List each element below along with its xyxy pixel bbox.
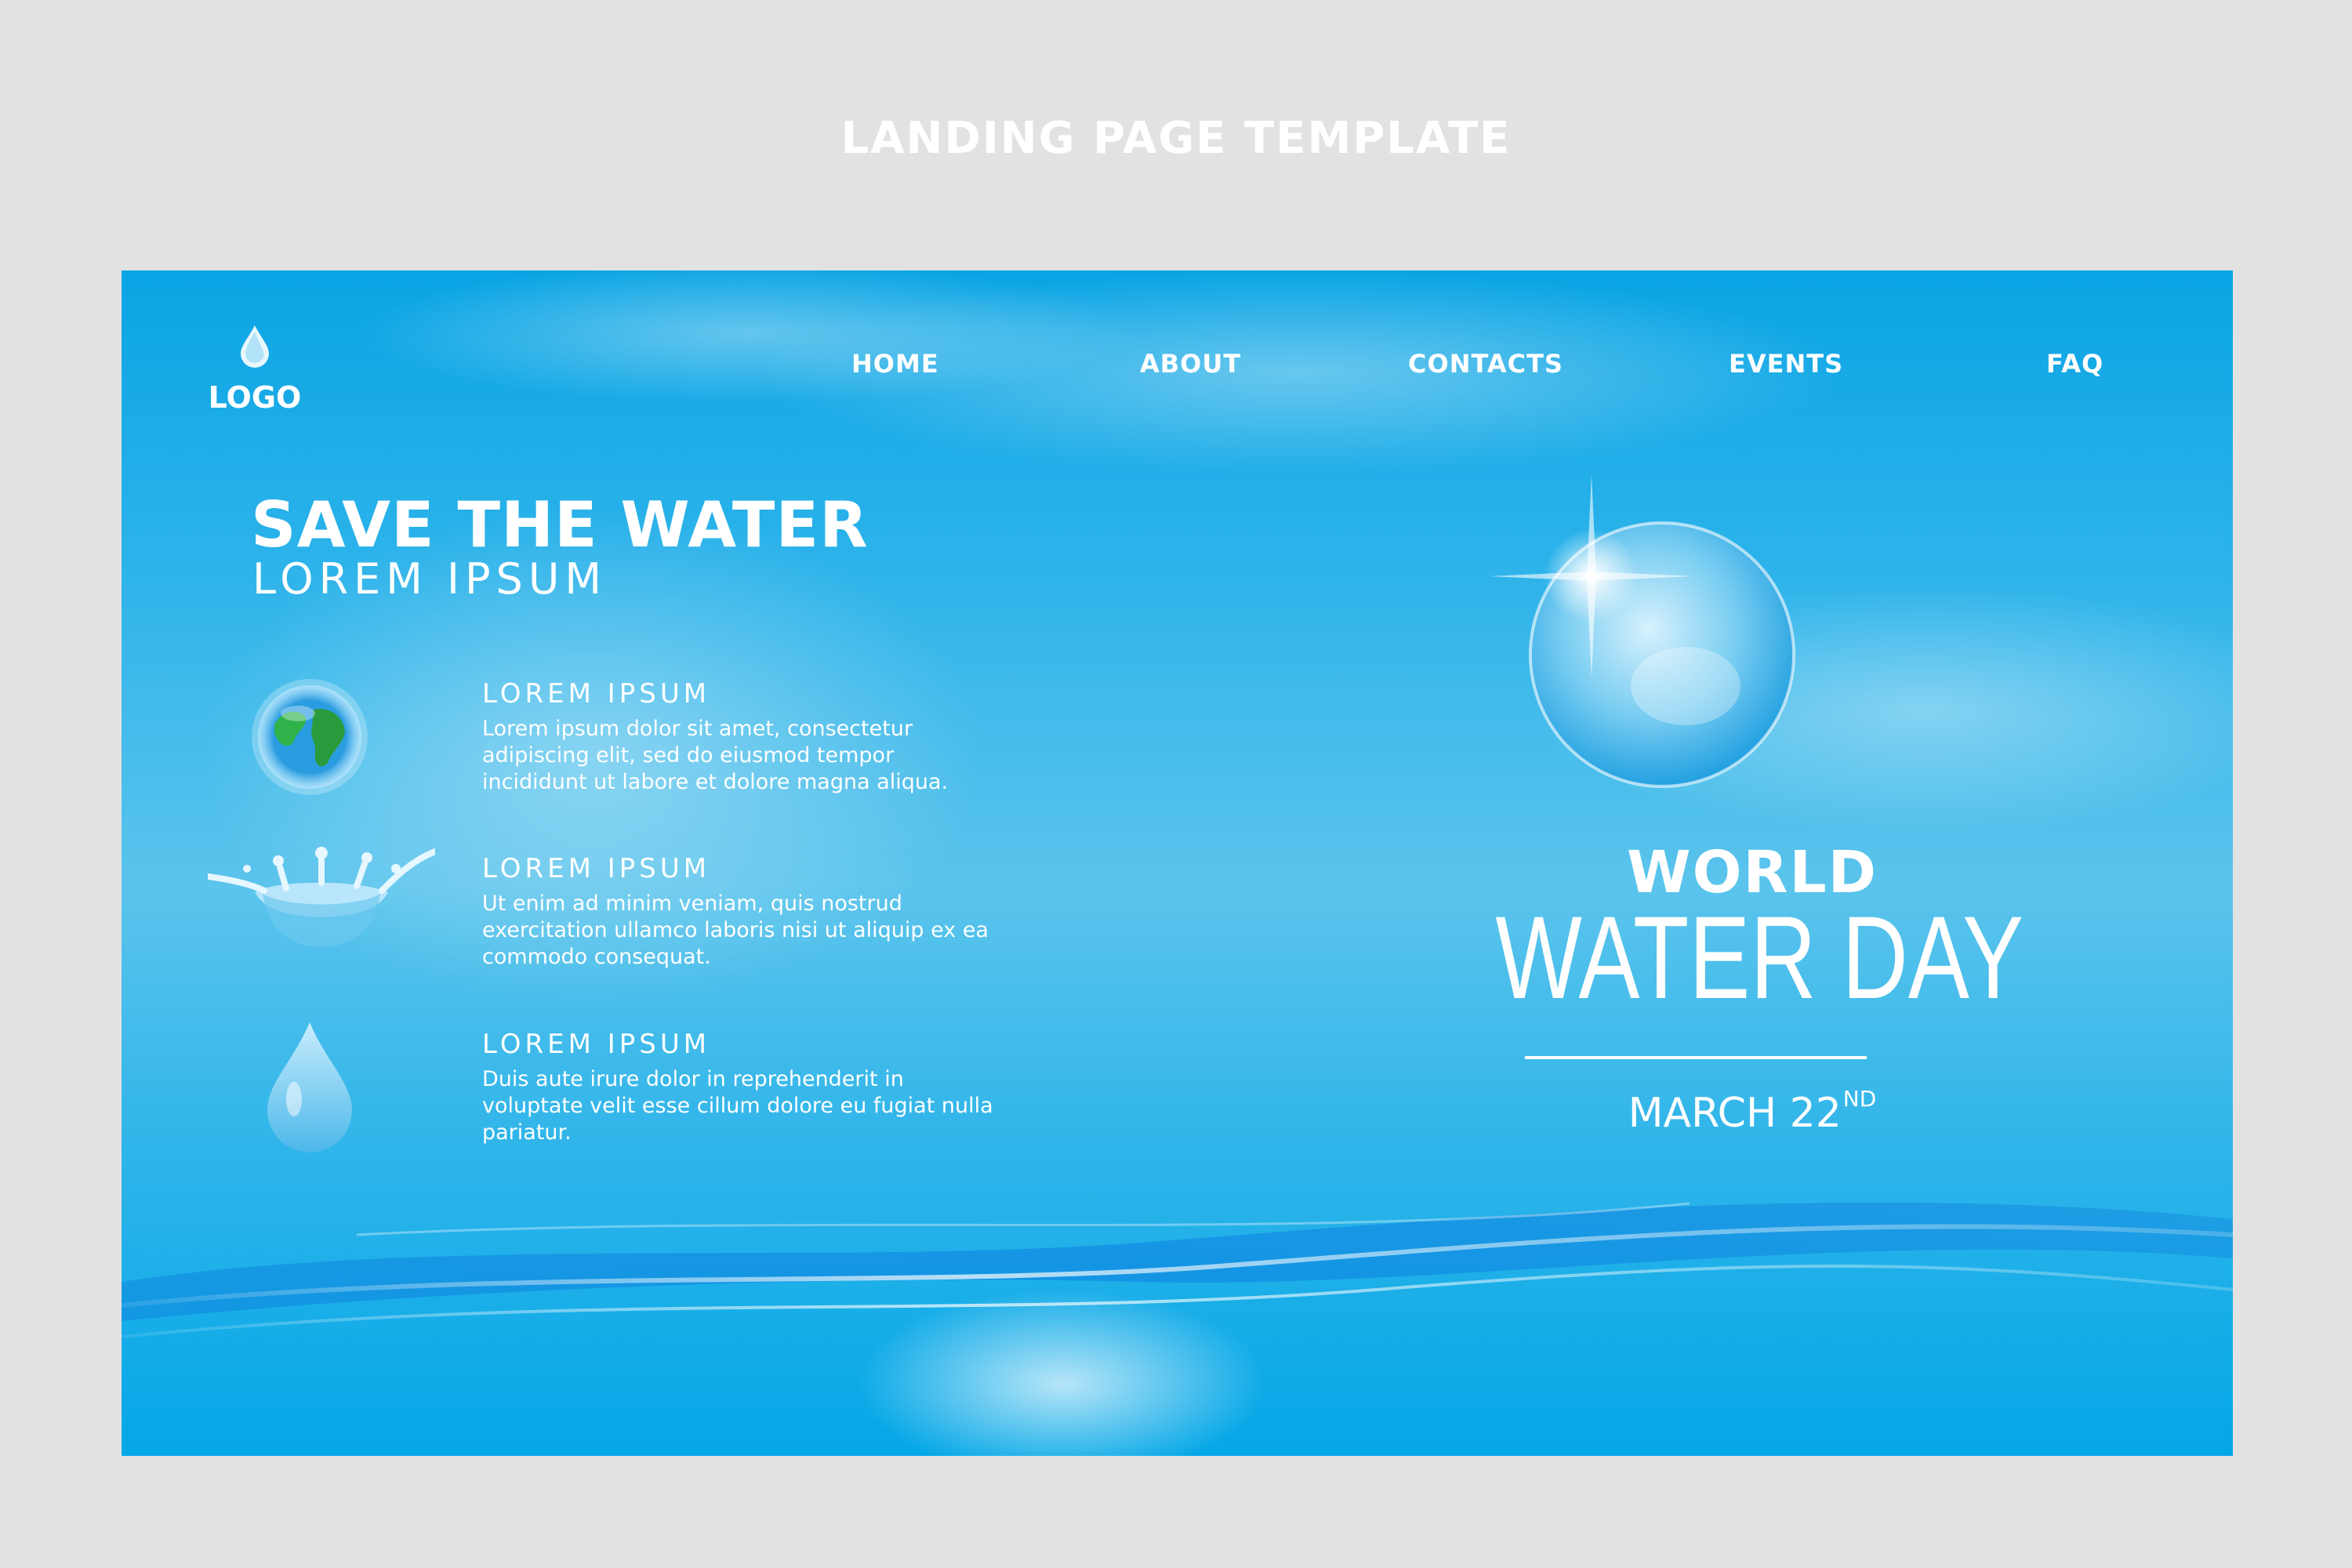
event-date: MARCH 22ND: [1423, 1086, 2082, 1137]
feature-description: Ut enim ad minim veniam, quis nostrud ex…: [482, 891, 989, 969]
nav-item-faq[interactable]: FAQ: [2046, 349, 2103, 379]
event-date-text: MARCH 22: [1628, 1090, 1842, 1137]
main-nav: HOME ABOUT CONTACTS EVENTS FAQ: [122, 349, 2233, 396]
hero-title: SAVE THE WATER: [251, 488, 869, 561]
feature-title: LOREM IPSUM: [482, 678, 711, 710]
event-divider: [1525, 1056, 1867, 1059]
page-heading: LANDING PAGE TEMPLATE: [840, 113, 1512, 164]
water-drop-icon: [267, 1022, 352, 1152]
feature-description: Lorem ipsum dolor sit amet, consectetur …: [482, 717, 949, 794]
nav-item-about[interactable]: ABOUT: [1140, 349, 1241, 379]
water-splash-icon: [208, 847, 435, 947]
feature-description: Duis aute irure dolor in reprehenderit i…: [482, 1067, 993, 1145]
landing-page-banner: LOGO HOME ABOUT CONTACTS EVENTS FAQ SAVE…: [122, 270, 2233, 1456]
event-date-suffix: ND: [1842, 1086, 1877, 1112]
feature-title: LOREM IPSUM: [482, 853, 711, 884]
water-bubble-icon: [1490, 474, 1795, 788]
feature-title: LOREM IPSUM: [482, 1029, 711, 1060]
hero-subtitle: LOREM IPSUM: [252, 554, 607, 604]
feature-item: LOREM IPSUM Duis aute irure dolor in rep…: [122, 1022, 1141, 1185]
feature-item: LOREM IPSUM Lorem ipsum dolor sit amet, …: [122, 678, 1141, 835]
nav-item-home[interactable]: HOME: [851, 349, 939, 379]
event-title-line2: WATER DAY: [1495, 891, 2024, 1023]
earth-globe-icon: [252, 679, 368, 795]
nav-item-events[interactable]: EVENTS: [1729, 349, 1843, 379]
feature-item: LOREM IPSUM Ut enim ad minim veniam, qui…: [122, 847, 1141, 1010]
nav-item-contacts[interactable]: CONTACTS: [1408, 349, 1563, 379]
